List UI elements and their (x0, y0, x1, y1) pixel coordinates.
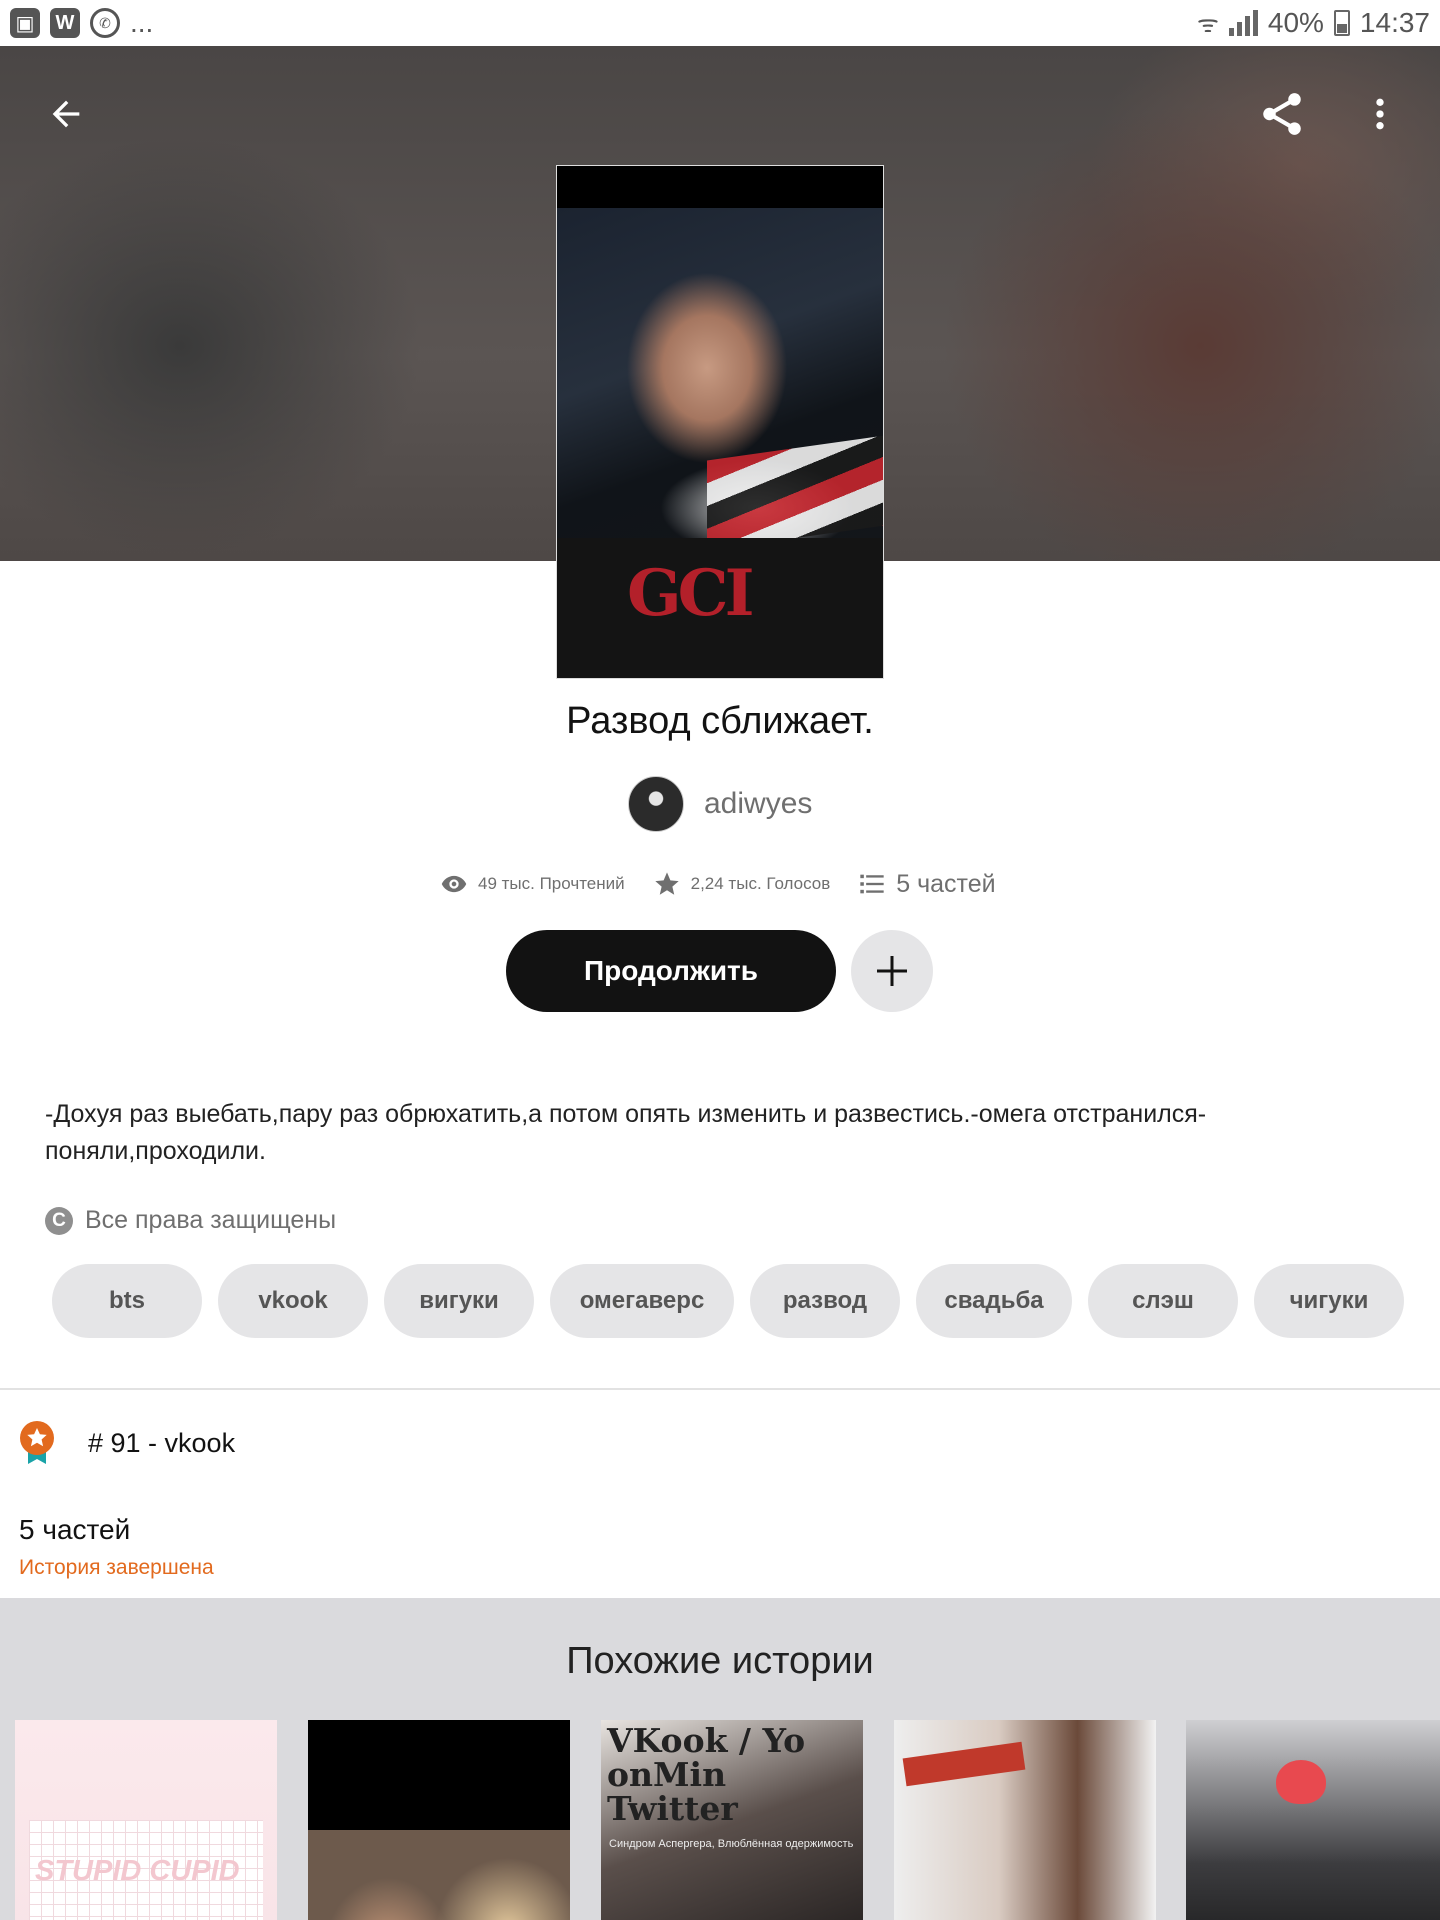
cover-shirt-logo: GCI (627, 556, 755, 631)
battery-percent: 40% (1267, 7, 1324, 38)
add-to-library-button[interactable] (851, 930, 933, 1012)
story-cover[interactable]: GCI (556, 165, 884, 679)
viber-icon: ✆ (90, 8, 120, 38)
similar-stories-section: Похожие истории STUPID CUPID VKook / Yo … (0, 1598, 1440, 1920)
card-cover-image (308, 1830, 570, 1920)
tag-chip[interactable]: омегаверс (550, 1264, 734, 1338)
wattpad-icon: W (50, 8, 80, 38)
star-icon (654, 872, 679, 895)
rank-label: # 91 - vkook (88, 1427, 236, 1458)
signal-icon (1228, 10, 1258, 36)
votes-stat: 2,24 тыс. Голосов (653, 870, 831, 898)
cover-sweater-stripes (707, 435, 883, 551)
tag-list: bts vkook вигуки омегаверс развод свадьб… (52, 1264, 1404, 1338)
card-cover-text: STUPID CUPID (35, 1855, 240, 1887)
continue-button[interactable]: Продолжить (506, 930, 836, 1012)
parts-stat[interactable]: 5 частей (858, 869, 996, 899)
status-left: ▣ W ✆ ... (10, 7, 153, 39)
status-right: ᯤ 40% 14:37 (1197, 7, 1430, 40)
card-cover-text: VKook / Yo onMin Twitter (607, 1721, 806, 1828)
votes-count: 2,24 тыс. Голосов (690, 874, 831, 893)
notification-ellipsis: ... (130, 7, 154, 38)
story-stats: 49 тыс. Прочтений 2,24 тыс. Голосов 5 ча… (440, 866, 996, 902)
tag-chip[interactable]: bts (52, 1264, 202, 1338)
copyright-label: Все права защищены (85, 1206, 337, 1234)
tag-chip[interactable]: свадьба (916, 1264, 1072, 1338)
similar-story-card[interactable] (308, 1720, 570, 1920)
reads-count: 49 тыс. Прочтений (478, 874, 625, 893)
list-icon (860, 874, 884, 894)
more-vertical-icon (1376, 98, 1384, 130)
copyright-notice: C Все права защищены (45, 1206, 336, 1235)
back-button[interactable] (30, 78, 102, 150)
similar-story-card[interactable] (894, 1720, 1156, 1920)
clock: 14:37 (1359, 7, 1430, 38)
parts-count[interactable]: 5 частей (19, 1514, 130, 1546)
rank-row[interactable]: # 91 - vkook (18, 1420, 235, 1466)
card-cover-image (902, 1741, 1026, 1787)
similar-stories-title: Похожие истории (566, 1640, 874, 1682)
reads-stat: 49 тыс. Прочтений (440, 870, 625, 898)
parts-label: 5 частей (896, 869, 996, 898)
arrow-left-icon (52, 100, 80, 128)
ranking-badge-icon (20, 1421, 54, 1464)
section-divider (0, 1388, 1440, 1390)
tag-chip[interactable]: вигуки (384, 1264, 534, 1338)
tag-chip[interactable]: vkook (218, 1264, 368, 1338)
more-button[interactable] (1344, 78, 1416, 150)
tag-chip[interactable]: чигуки (1254, 1264, 1404, 1338)
avatar (628, 776, 684, 832)
completion-status: История завершена (19, 1556, 214, 1579)
gallery-icon: ▣ (10, 8, 40, 38)
copyright-icon: C (45, 1206, 73, 1235)
plus-icon (877, 956, 907, 986)
tag-chip[interactable]: развод (750, 1264, 900, 1338)
author-link[interactable]: adiwyes (628, 776, 812, 832)
share-button[interactable] (1246, 78, 1318, 150)
heart-icon (1276, 1760, 1326, 1804)
similar-story-card[interactable] (1186, 1720, 1440, 1920)
wifi-icon: ᯤ (1196, 10, 1219, 38)
author-name: adiwyes (704, 787, 813, 820)
status-bar: ▣ W ✆ ... ᯤ 40% 14:37 (0, 0, 1440, 46)
story-title: Развод сближает. (566, 700, 874, 742)
card-cover-subtitle: Синдром Аспергера, Влюблённая одержимост… (609, 1838, 854, 1850)
eye-icon (441, 875, 467, 893)
similar-story-card[interactable]: STUPID CUPID (15, 1720, 277, 1920)
tag-chip[interactable]: слэш (1088, 1264, 1238, 1338)
similar-story-card[interactable]: VKook / Yo onMin Twitter Синдром Асперге… (601, 1720, 863, 1920)
battery-icon (1333, 10, 1350, 36)
cover-image: GCI (557, 208, 883, 678)
story-description: -Дохуя раз выебать,пару раз обрюхатить,а… (45, 1100, 1207, 1165)
share-icon (1263, 93, 1301, 135)
